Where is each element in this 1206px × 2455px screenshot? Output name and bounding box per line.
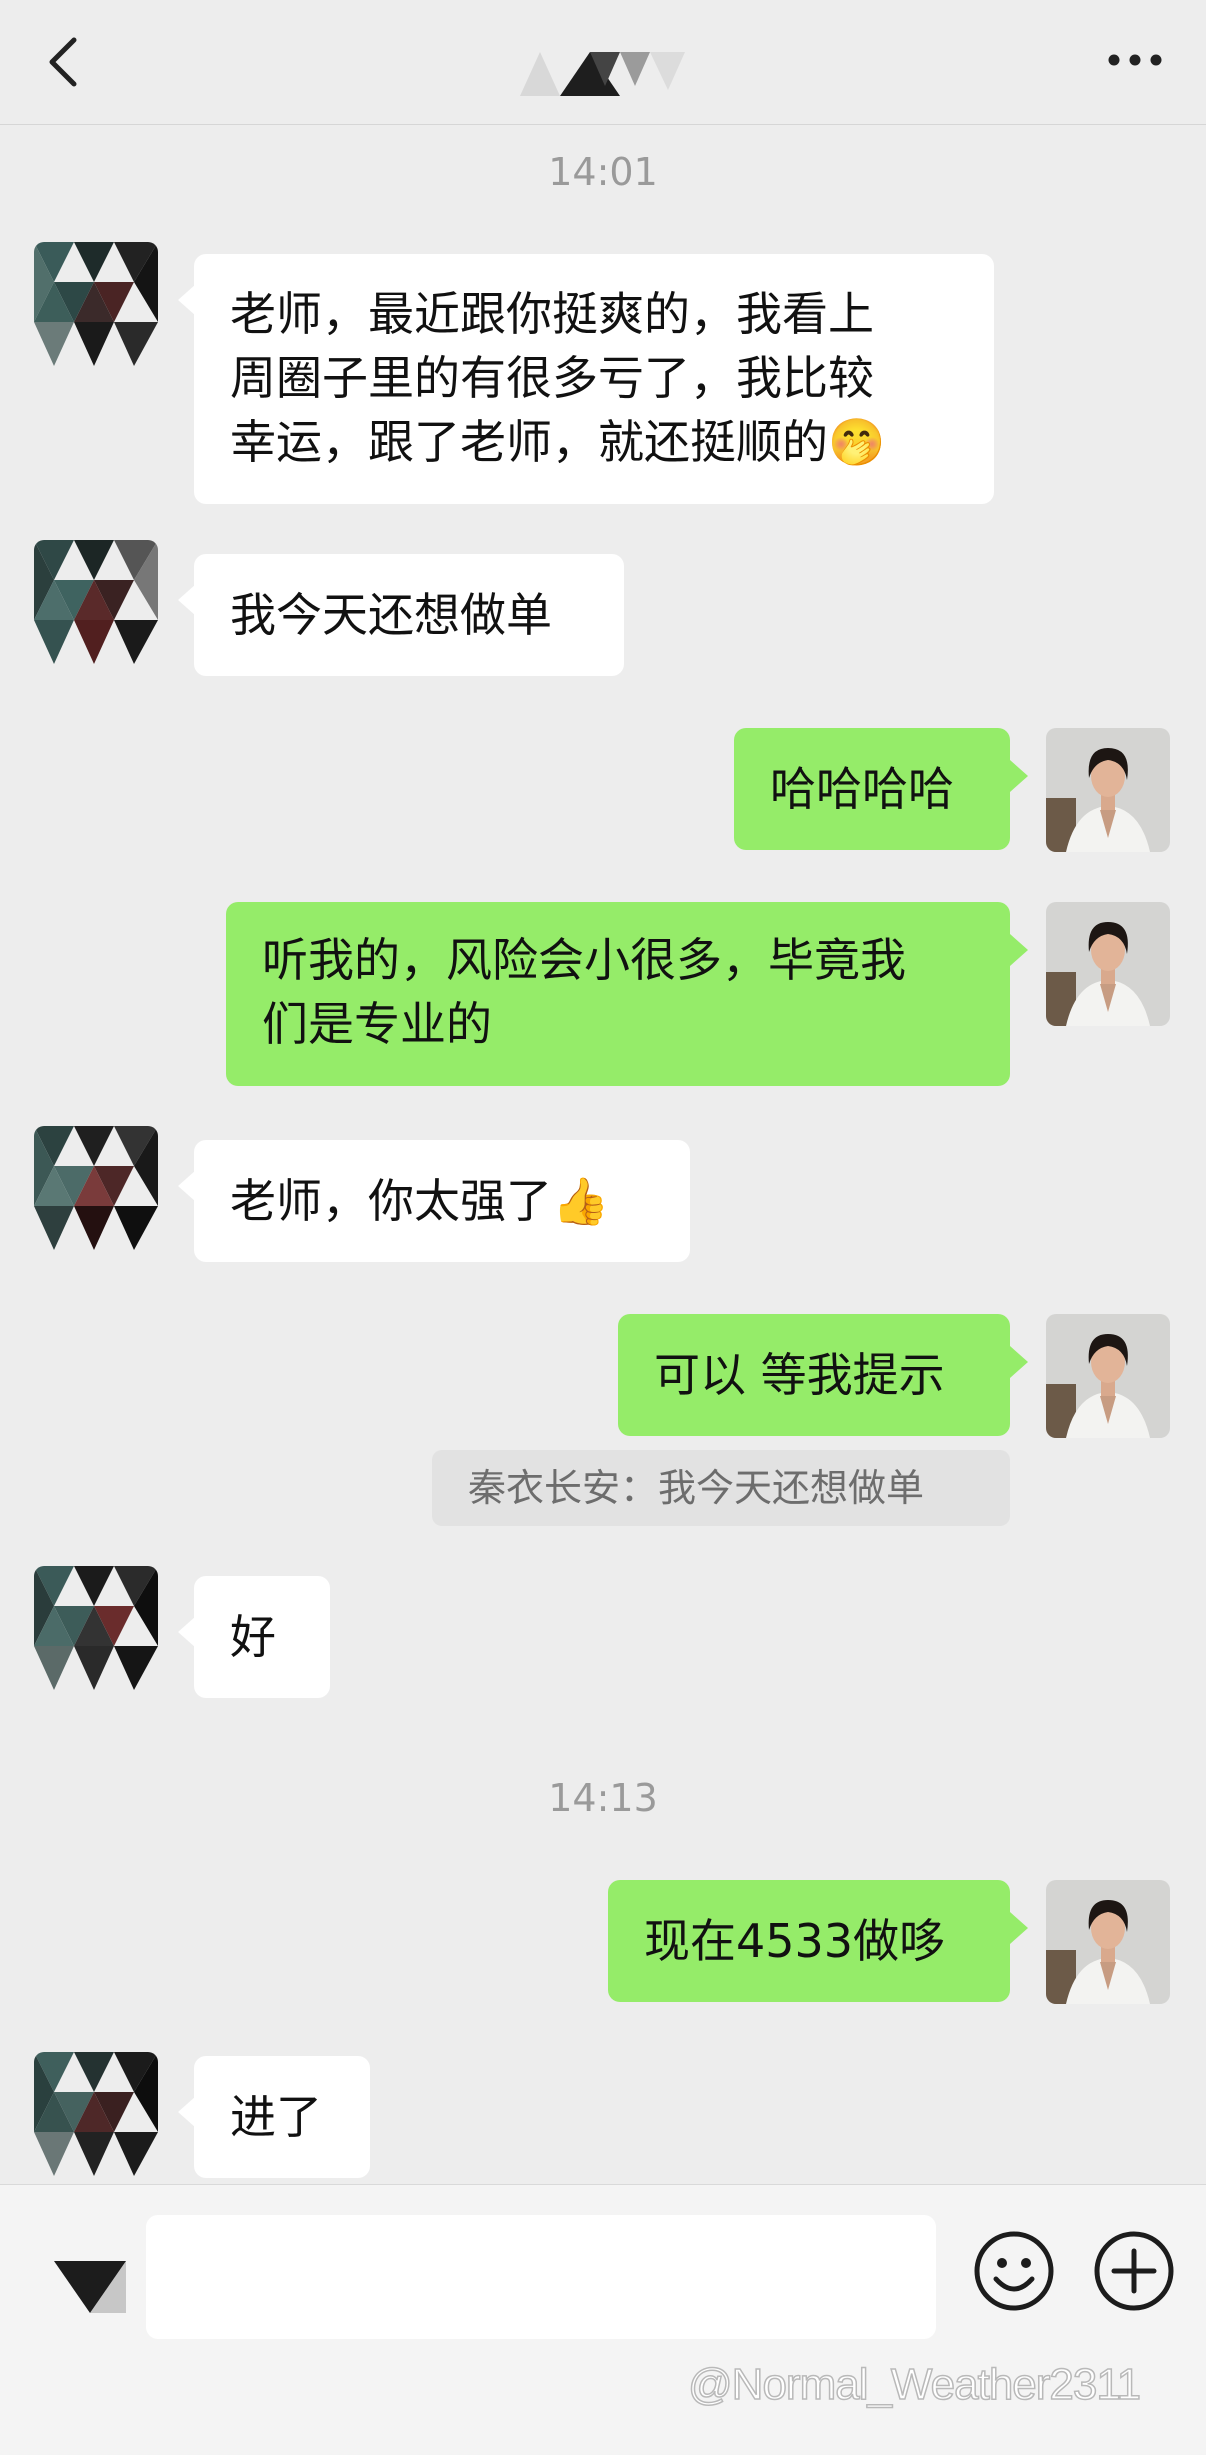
message-input[interactable] [146,2215,936,2339]
watermark: @Normal_Weather2311 [687,2359,1142,2410]
chat-title-mosaic [520,52,685,96]
incoming-message[interactable]: 进了 [194,2056,370,2178]
emoji-button[interactable] [972,2229,1056,2313]
voice-toggle-icon [54,2261,126,2313]
incoming-message[interactable]: 老师，你太强了👍 [194,1140,690,1262]
bubble-tail [1010,934,1028,966]
incoming-message[interactable]: 好 [194,1576,330,1698]
teacher-avatar[interactable] [1046,1314,1170,1438]
teacher-avatar[interactable] [1046,1880,1170,2004]
plus-icon [1094,2231,1174,2311]
message-line: 周圈子里的有很多亏了，我比较 [230,351,874,405]
outgoing-message[interactable]: 哈哈哈哈 [734,728,1010,850]
contact-avatar[interactable] [34,540,158,664]
bubble-tail [1010,760,1028,792]
incoming-message[interactable]: 老师，最近跟你挺爽的，我看上 周圈子里的有很多亏了，我比较 幸运，跟了老师，就还… [194,254,994,504]
outgoing-message[interactable]: 听我的，风险会小很多，毕竟我 们是专业的 [226,902,1010,1086]
back-button[interactable] [40,32,90,92]
input-bar [0,2184,1206,2455]
teacher-avatar[interactable] [1046,728,1170,852]
emoji-face-icon [974,2231,1054,2311]
top-bar [0,0,1206,125]
quoted-message[interactable]: 秦衣长安：我今天还想做单 [432,1450,1010,1526]
message-line: 幸运，跟了老师，就还挺顺的🤭 [230,415,886,469]
contact-avatar[interactable] [34,242,158,366]
outgoing-message[interactable]: 现在4533做哆 [608,1880,1010,2002]
outgoing-message[interactable]: 可以 等我提示 [618,1314,1010,1436]
thinking-emoji-icon: 🤭 [828,415,886,469]
message-line: 老师，最近跟你挺爽的，我看上 [230,287,874,341]
contact-avatar[interactable] [34,1566,158,1690]
timestamp: 14:01 [548,150,658,194]
more-dots-icon [1108,54,1162,66]
more-functions-button[interactable] [1092,2229,1176,2313]
more-button[interactable] [1100,40,1170,80]
incoming-message[interactable]: 我今天还想做单 [194,554,624,676]
chevron-left-icon [49,37,77,87]
bubble-tail [1010,1346,1028,1378]
message-line: 听我的，风险会小很多，毕竟我 [262,933,906,987]
contact-avatar[interactable] [34,1126,158,1250]
timestamp: 14:13 [548,1776,658,1820]
thumbs-up-icon: 👍 [552,1174,610,1228]
voice-toggle-button[interactable] [50,2247,130,2327]
teacher-avatar[interactable] [1046,902,1170,1026]
message-line: 们是专业的 [262,997,492,1051]
contact-avatar[interactable] [34,2052,158,2176]
bubble-tail [1010,1912,1028,1944]
